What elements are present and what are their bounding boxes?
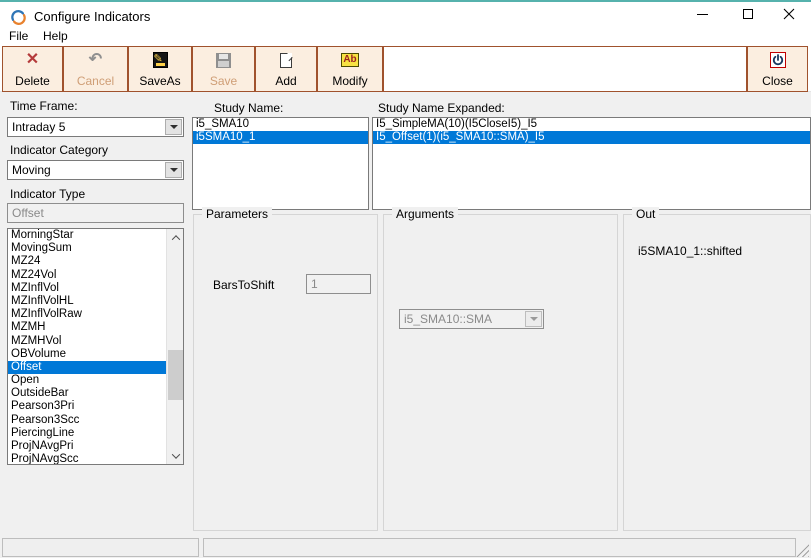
save-button[interactable]: Save — [192, 46, 255, 92]
indicator-list-item[interactable]: MZInflVolHL — [8, 295, 166, 308]
arguments-combo: i5_SMA10::SMA — [399, 309, 544, 329]
indicator-type-field: Offset — [7, 203, 184, 223]
modify-ab-icon: Ab — [341, 53, 359, 67]
indicator-list-item[interactable]: MZMHVol — [8, 335, 166, 348]
cancel-label: Cancel — [77, 75, 114, 88]
indicator-type-value: Offset — [12, 206, 44, 220]
toolbar-spacer — [383, 46, 747, 92]
modify-label: Modify — [332, 75, 367, 88]
status-panel-left — [2, 538, 199, 557]
power-icon — [770, 52, 786, 68]
close-label: Close — [762, 75, 793, 88]
indicator-category-value: Moving — [12, 163, 51, 177]
close-x-icon — [783, 8, 795, 20]
new-document-icon — [280, 53, 292, 68]
minimize-button[interactable] — [680, 0, 725, 28]
bars-to-shift-input[interactable]: 1 — [306, 274, 371, 294]
maximize-icon — [743, 9, 753, 19]
study-name-expanded-item[interactable]: I5_Offset(1)(i5_SMA10::SMA)_I5 — [373, 131, 810, 144]
indicator-list-item[interactable]: Pearson3Scc — [8, 414, 166, 427]
window-title: Configure Indicators — [34, 9, 150, 24]
indicator-listbox-items: MorningStarMovingSumMZ24MZ24VolMZInflVol… — [8, 229, 166, 465]
study-name-list[interactable]: i5_SMA10i5SMA10_1 — [192, 117, 369, 210]
indicator-type-label: Indicator Type — [10, 187, 85, 201]
parameters-groupbox: Parameters BarsToShift 1 — [193, 214, 378, 531]
save-label: Save — [210, 75, 237, 88]
toolbar: ✕ Delete ↶ Cancel ✎ SaveAs Save Add Ab M… — [0, 46, 811, 92]
indicator-list-item[interactable]: MovingSum — [8, 242, 166, 255]
delete-button[interactable]: ✕ Delete — [2, 46, 63, 92]
indicator-list-item[interactable]: MZInflVol — [8, 282, 166, 295]
delete-label: Delete — [15, 75, 50, 88]
bars-to-shift-value: 1 — [311, 277, 318, 291]
status-panel-right — [203, 538, 796, 557]
indicator-list-item[interactable]: MZ24Vol — [8, 269, 166, 282]
time-frame-label: Time Frame: — [10, 99, 78, 113]
study-name-item[interactable]: i5_SMA10 — [193, 118, 368, 131]
time-frame-dropdown-arrow-icon[interactable] — [165, 119, 182, 135]
save-as-label: SaveAs — [139, 75, 180, 88]
minimize-icon — [697, 14, 708, 15]
indicator-list-scrollbar[interactable] — [166, 229, 183, 464]
indicator-category-label: Indicator Category — [10, 143, 108, 157]
save-as-notebook-icon: ✎ — [153, 52, 168, 68]
configure-indicators-window: Configure Indicators File Help ✕ Delete … — [0, 0, 811, 558]
indicator-list-item[interactable]: MZMH — [8, 321, 166, 334]
scroll-up-icon[interactable] — [167, 229, 184, 246]
scroll-down-icon[interactable] — [167, 447, 184, 464]
parameters-title: Parameters — [202, 207, 272, 221]
indicator-list-item[interactable]: ProjNAvgPri — [8, 440, 166, 453]
time-frame-combo[interactable]: Intraday 5 — [7, 117, 184, 137]
out-title: Out — [632, 207, 659, 221]
study-name-label: Study Name: — [214, 101, 283, 115]
app-swirl-icon — [10, 9, 27, 26]
study-name-expanded-label: Study Name Expanded: — [378, 101, 505, 115]
arguments-dropdown-arrow-icon — [525, 311, 542, 327]
indicator-list-item[interactable]: Open — [8, 374, 166, 387]
arguments-groupbox: Arguments i5_SMA10::SMA — [383, 214, 618, 531]
arguments-title: Arguments — [392, 207, 458, 221]
indicator-list-item[interactable]: PiercingLine — [8, 427, 166, 440]
time-frame-value: Intraday 5 — [12, 120, 65, 134]
indicator-category-dropdown-arrow-icon[interactable] — [165, 162, 182, 178]
indicator-list-item[interactable]: MZInflVolRaw — [8, 308, 166, 321]
indicator-list-item[interactable]: Pearson3Pri — [8, 400, 166, 413]
undo-arrow-icon: ↶ — [89, 51, 102, 69]
maximize-button[interactable] — [725, 0, 770, 28]
indicator-category-combo[interactable]: Moving — [7, 160, 184, 180]
indicator-list-item[interactable]: OutsideBar — [8, 387, 166, 400]
indicator-list-item[interactable]: OBVolume — [8, 348, 166, 361]
indicator-list-item[interactable]: MZ24 — [8, 255, 166, 268]
study-name-expanded-item[interactable]: I5_SimpleMA(10)(I5CloseI5)_I5 — [373, 118, 810, 131]
floppy-disk-icon — [216, 53, 231, 68]
out-groupbox: Out i5SMA10_1::shifted — [623, 214, 811, 531]
indicator-listbox[interactable]: MorningStarMovingSumMZ24MZ24VolMZInflVol… — [7, 228, 184, 465]
close-window-button[interactable] — [766, 0, 811, 28]
bars-to-shift-label: BarsToShift — [213, 278, 274, 292]
study-name-item[interactable]: i5SMA10_1 — [193, 131, 368, 144]
delete-x-icon: ✕ — [26, 51, 39, 69]
menu-bar: File Help — [0, 28, 811, 46]
study-name-expanded-list[interactable]: I5_SimpleMA(10)(I5CloseI5)_I5I5_Offset(1… — [372, 117, 811, 210]
menu-file[interactable]: File — [9, 29, 28, 43]
indicator-list-item[interactable]: MorningStar — [8, 229, 166, 242]
indicator-list-item[interactable]: Offset — [8, 361, 166, 374]
add-label: Add — [275, 75, 296, 88]
modify-button[interactable]: Ab Modify — [317, 46, 383, 92]
scrollbar-thumb[interactable] — [168, 350, 183, 400]
add-button[interactable]: Add — [255, 46, 317, 92]
out-value: i5SMA10_1::shifted — [638, 244, 742, 258]
arguments-combo-value: i5_SMA10::SMA — [404, 312, 492, 326]
menu-help[interactable]: Help — [43, 29, 68, 43]
indicator-list-item[interactable]: ProjNAvgScc — [8, 453, 166, 465]
close-button[interactable]: Close — [747, 46, 808, 92]
save-as-button[interactable]: ✎ SaveAs — [128, 46, 192, 92]
cancel-button[interactable]: ↶ Cancel — [63, 46, 128, 92]
